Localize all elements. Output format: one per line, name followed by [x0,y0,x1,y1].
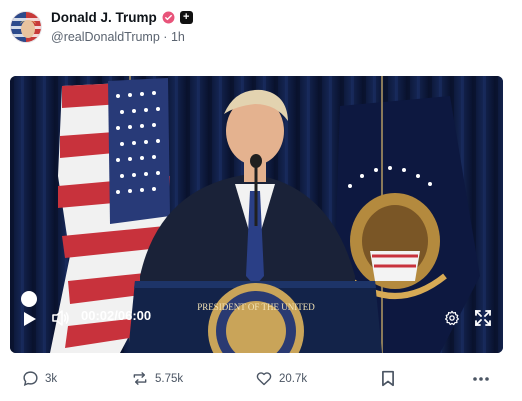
author-name[interactable]: Donald J. Trump [51,10,157,25]
volume-icon[interactable] [52,310,70,331]
repost-icon [131,370,149,387]
more-icon [472,370,490,387]
more-button[interactable] [472,370,490,387]
video-time: 00:02/06:00 [81,308,151,323]
handle-separator: · [163,30,168,44]
like-icon [255,370,273,387]
video-controls: 00:02/06:00 [10,291,503,353]
author-handle[interactable]: @realDonaldTrump [51,30,160,44]
current-time: 00:02 [81,308,115,323]
post-header: Donald J. Trump + @realDonaldTrump · 1h [10,8,512,48]
reply-button[interactable]: 3k [22,370,57,387]
play-icon[interactable] [23,311,37,332]
progress-handle[interactable] [21,291,37,307]
repost-button[interactable]: 5.75k [131,370,183,387]
bookmark-icon [381,370,395,387]
reply-icon [22,370,39,387]
bookmark-button[interactable] [381,370,395,387]
post-time[interactable]: 1h [171,30,185,44]
like-count: 20.7k [279,372,308,385]
handle-row: @realDonaldTrump · 1h [51,30,185,44]
video-player[interactable]: PRESIDENT OF THE UNITED 00:02/06:00 [10,76,503,353]
like-button[interactable]: 20.7k [255,370,307,387]
plus-icon[interactable]: + [179,11,193,24]
avatar[interactable] [10,11,42,43]
settings-icon[interactable] [444,310,460,331]
reply-count: 3k [45,372,58,385]
fullscreen-icon[interactable] [475,310,491,331]
duration: 06:00 [117,308,152,323]
verified-icon [162,11,175,24]
repost-count: 5.75k [155,372,184,385]
post-actions: 3k 5.75k 20.7k [0,366,522,394]
